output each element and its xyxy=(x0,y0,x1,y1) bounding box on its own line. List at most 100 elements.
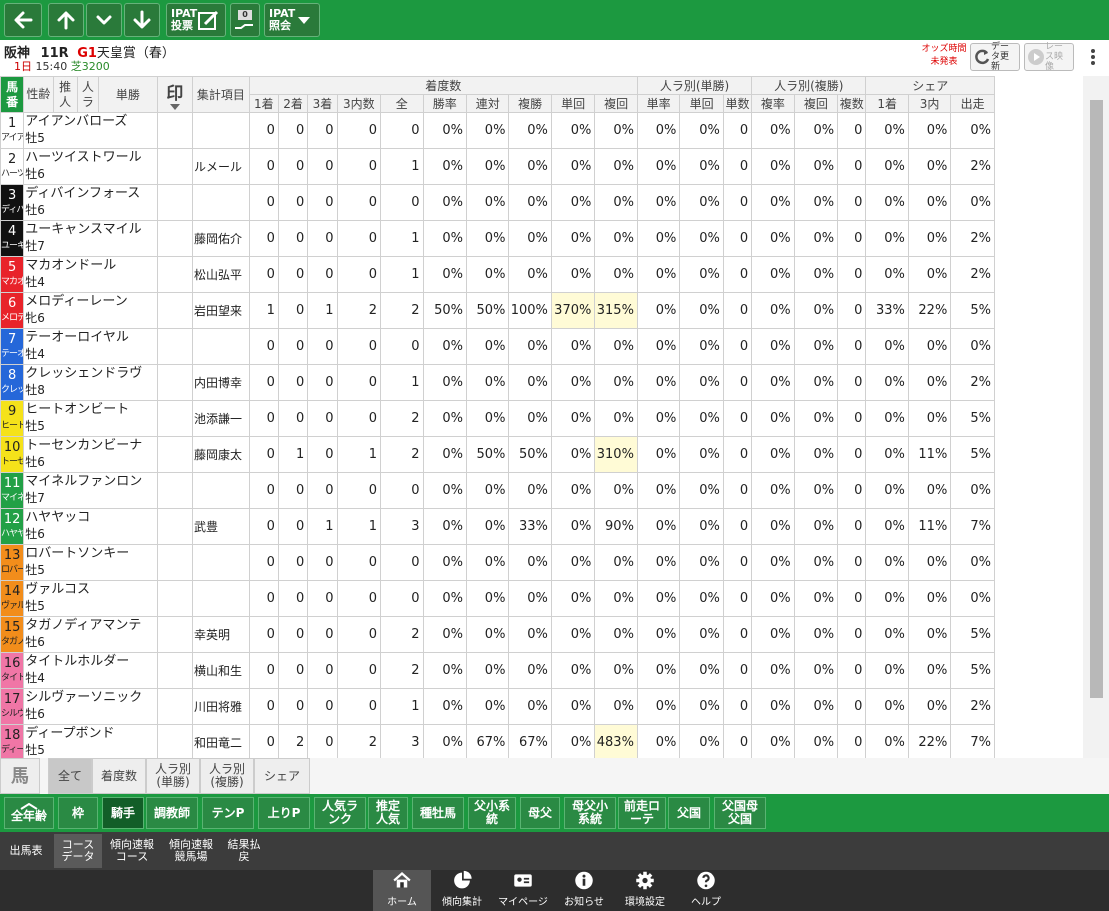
horse-info-cell[interactable]: タイトルホルダー 牡4 xyxy=(23,652,158,689)
mark-cell[interactable] xyxy=(156,472,194,509)
mark-cell[interactable] xyxy=(156,652,194,689)
mark-cell[interactable] xyxy=(156,580,194,617)
col-header-sub[interactable]: 単回 xyxy=(679,94,724,113)
horse-name[interactable]: ヴァルコス xyxy=(25,582,153,599)
col-header-tansho[interactable]: 単勝 xyxy=(98,76,158,113)
table-row[interactable]: 7 テーオ テーオーロイヤル 牡4 0 0 0 0 0 0% 0% 0% 0% 0% 0% 0% 0 0% 0% 0 0… xyxy=(0,328,995,365)
horse-info-cell[interactable]: ヒートオンビート 牡5 xyxy=(23,400,158,437)
col-header-sub[interactable]: 複勝 xyxy=(508,94,552,113)
horse-info-cell[interactable]: ディープボンド 牡5 xyxy=(23,724,158,761)
race-video-button[interactable]: レース映像 xyxy=(1024,42,1074,72)
horse-info-cell[interactable]: マカオンドール 牡4 xyxy=(23,256,158,293)
horse-name[interactable]: ディバインフォース xyxy=(25,186,153,203)
nav-frame[interactable]: 枠 xyxy=(58,797,98,829)
col-header-sub[interactable]: 3内数 xyxy=(336,94,382,113)
horse-info-cell[interactable]: メロディーレーン 牝6 xyxy=(23,292,158,329)
col-header-sub[interactable]: 複回 xyxy=(793,94,839,113)
nav-jockey[interactable]: 騎手 xyxy=(102,797,144,829)
nav-trainer[interactable]: 調教師 xyxy=(146,797,198,829)
bottom-trend[interactable]: 傾向集計 xyxy=(433,870,491,911)
horse-name[interactable]: ディープボンド xyxy=(25,726,153,743)
col-header-sub[interactable]: 3着 xyxy=(307,94,338,113)
table-row[interactable]: 13 ロバー ロバートソンキー 牡5 0 0 0 0 0 0% 0% 0% 0% 0% 0% 0% 0 0% 0% 0… xyxy=(0,544,995,581)
more-menu-button[interactable] xyxy=(1080,44,1106,70)
nav-ten-p[interactable]: テンP xyxy=(202,797,254,829)
horse-name[interactable]: タイトルホルダー xyxy=(25,654,153,671)
nav-dam-sire[interactable]: 母父 xyxy=(520,797,560,829)
ipat-balance-button[interactable]: 0 xyxy=(230,3,260,37)
mark-cell[interactable] xyxy=(156,112,194,149)
mark-cell[interactable] xyxy=(156,148,194,185)
col-header-sub[interactable]: 単数 xyxy=(722,94,753,113)
col-header-sub[interactable]: 3内 xyxy=(907,94,952,113)
col-header-sub[interactable]: 単率 xyxy=(636,94,681,113)
horse-name[interactable]: ヒートオンビート xyxy=(25,402,153,419)
nav-sire-dam-country[interactable]: 父国母父国 xyxy=(714,797,766,829)
col-header-sub[interactable]: 1着 xyxy=(865,94,909,113)
arrow-up-button[interactable] xyxy=(48,3,84,37)
table-row[interactable]: 18 ディー ディープボンド 牡5 和田竜二 0 2 0 2 3 0% 67% 67% 0% 483% 0% 0… xyxy=(0,724,995,761)
col-header-sub[interactable]: 複率 xyxy=(751,94,795,113)
table-row[interactable]: 4 ユーキ ユーキャンスマイル 牡7 藤岡佑介 0 0 0 0 1 0% 0% 0% 0% 0% 0% 0% 0 0… xyxy=(0,220,995,257)
horse-name[interactable]: テーオーロイヤル xyxy=(25,330,153,347)
bottom-settings[interactable]: 環境設定 xyxy=(616,870,674,911)
table-row[interactable]: 3 ディバ ディバインフォース 牡6 0 0 0 0 0 0% 0% 0% 0% 0% 0% 0% 0 0% 0% 0… xyxy=(0,184,995,221)
mark-cell[interactable] xyxy=(156,220,194,257)
mark-cell[interactable] xyxy=(156,436,194,473)
col-header-mark[interactable]: 印 xyxy=(156,76,194,113)
mark-cell[interactable] xyxy=(156,400,194,437)
table-row[interactable]: 8 クレッ クレッシェンドラヴ 牡8 内田博幸 0 0 0 0 1 0% 0% 0% 0% 0% 0% 0% 0 0… xyxy=(0,364,995,401)
table-row[interactable]: 14 ヴァル ヴァルコス 牡5 0 0 0 0 0 0% 0% 0% 0% 0% 0% 0% 0 0% 0% 0 0% 0… xyxy=(0,580,995,617)
horse-info-cell[interactable]: ディバインフォース 牡6 xyxy=(23,184,158,221)
col-header-suitei[interactable]: 推人 xyxy=(52,76,78,113)
horse-info-cell[interactable]: ハーツイストワール 牡6 xyxy=(23,148,158,185)
nav-dam-sire-line[interactable]: 母父小系統 xyxy=(564,797,616,829)
col-header-sub[interactable]: 複数 xyxy=(837,94,867,113)
horse-name[interactable]: タガノディアマンテ xyxy=(25,618,153,635)
chevron-down-button[interactable] xyxy=(86,3,122,37)
col-header-sex-age[interactable]: 性齢 xyxy=(23,76,54,113)
mark-cell[interactable] xyxy=(156,508,194,545)
table-row[interactable]: 15 タガノ タガノディアマンテ 牡6 幸英明 0 0 0 0 2 0% 0% 0% 0% 0% 0% 0% 0 0… xyxy=(0,616,995,653)
tab-all[interactable]: 全て xyxy=(48,758,92,794)
horse-info-cell[interactable]: テーオーロイヤル 牡4 xyxy=(23,328,158,365)
table-row[interactable]: 5 マカオ マカオンドール 牡4 松山弘平 0 0 0 0 1 0% 0% 0% 0% 0% 0% 0% 0 0% 0… xyxy=(0,256,995,293)
horse-name[interactable]: ハーツイストワール xyxy=(25,150,153,167)
horse-name[interactable]: メロディーレーン xyxy=(25,294,153,311)
nav-trend-track[interactable]: 傾向速報競馬場 xyxy=(162,834,220,868)
nav-sire-country[interactable]: 父国 xyxy=(668,797,710,829)
horse-name[interactable]: ハヤヤッコ xyxy=(25,510,153,527)
tab-popularity-win[interactable]: 人ラ別(単勝) xyxy=(146,758,200,794)
nav-sire[interactable]: 種牡馬 xyxy=(412,797,464,829)
nav-entry-table[interactable]: 出馬表 xyxy=(2,834,50,868)
col-header-sub[interactable]: 出走 xyxy=(950,94,995,113)
nav-prev-rotation[interactable]: 前走ローテ xyxy=(618,797,666,829)
col-header-sub[interactable]: 単回 xyxy=(550,94,596,113)
tab-popularity-place[interactable]: 人ラ別(複勝) xyxy=(200,758,254,794)
nav-results[interactable]: 結果払戻 xyxy=(224,834,264,868)
mark-cell[interactable] xyxy=(156,724,194,761)
tab-horse[interactable]: 馬 xyxy=(0,758,40,794)
horse-info-cell[interactable]: トーセンカンビーナ 牡6 xyxy=(23,436,158,473)
horse-name[interactable]: クレッシェンドラヴ xyxy=(25,366,153,383)
horse-info-cell[interactable]: ハヤヤッコ 牡6 xyxy=(23,508,158,545)
nav-estimated-popularity[interactable]: 推定人気 xyxy=(368,797,408,829)
back-button[interactable] xyxy=(4,3,42,37)
horse-info-cell[interactable]: アイアンバローズ 牡5 xyxy=(23,112,158,149)
mark-cell[interactable] xyxy=(156,364,194,401)
horse-name[interactable]: トーセンカンビーナ xyxy=(25,438,153,455)
horse-info-cell[interactable]: ヴァルコス 牡5 xyxy=(23,580,158,617)
mark-cell[interactable] xyxy=(156,688,194,725)
bottom-mypage[interactable]: マイページ xyxy=(494,870,552,911)
table-row[interactable]: 1 アイア アイアンバローズ 牡5 0 0 0 0 0 0% 0% 0% 0% 0% 0% 0% 0 0% 0% 0 0… xyxy=(0,112,995,149)
table-row[interactable]: 9 ヒート ヒートオンビート 牡5 池添謙一 0 0 0 0 2 0% 0% 0% 0% 0% 0% 0% 0 0%… xyxy=(0,400,995,437)
scrollbar-thumb[interactable] xyxy=(1090,100,1103,698)
mark-cell[interactable] xyxy=(156,544,194,581)
horse-info-cell[interactable]: シルヴァーソニック 牡6 xyxy=(23,688,158,725)
mark-cell[interactable] xyxy=(156,256,194,293)
horse-name[interactable]: マカオンドール xyxy=(25,258,153,275)
col-header-sub[interactable]: 勝率 xyxy=(422,94,467,113)
nav-popularity-rank[interactable]: 人気ランク xyxy=(314,797,366,829)
table-row[interactable]: 17 シルヴ シルヴァーソニック 牡6 川田将雅 0 0 0 0 1 0% 0% 0% 0% 0% 0% 0% 0… xyxy=(0,688,995,725)
ipat-vote-button[interactable]: IPAT投票 xyxy=(166,3,226,37)
